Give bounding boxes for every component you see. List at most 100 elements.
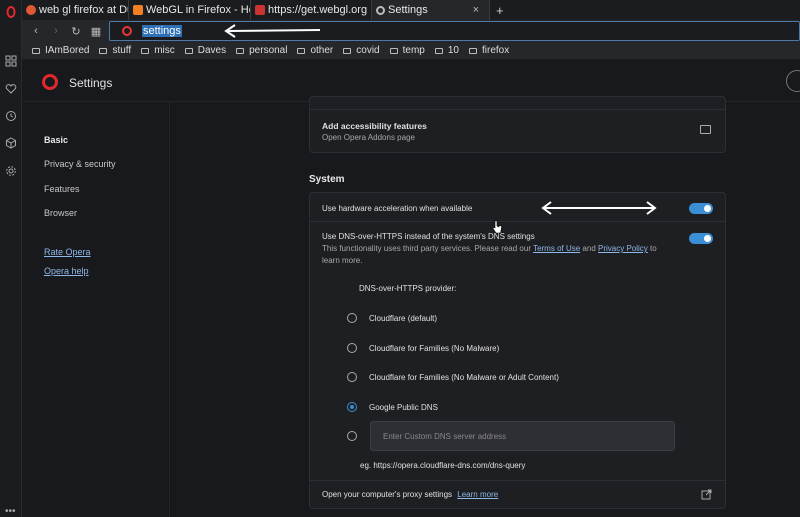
provider-heading: DNS-over-HTTPS provider: — [359, 284, 457, 293]
bookmark-folder[interactable]: Daves — [184, 45, 226, 56]
speed-dial-icon[interactable] — [4, 54, 18, 68]
folder-icon — [468, 47, 477, 54]
sidebar-rail: ••• — [0, 0, 22, 517]
folder-icon — [389, 47, 398, 54]
external-link-icon[interactable] — [700, 125, 711, 134]
sidebar-item-features[interactable]: Features — [44, 184, 80, 194]
tab-label: https://get.webgl.org — [268, 4, 368, 16]
bookmark-folder[interactable]: covid — [343, 45, 380, 56]
forward-button[interactable]: › — [46, 20, 66, 42]
bookmark-folder[interactable]: firefox — [468, 45, 509, 56]
bookmark-folder[interactable]: personal — [236, 45, 287, 56]
webgl-favicon-icon — [255, 5, 265, 15]
opera-help-link[interactable]: Opera help — [44, 266, 89, 276]
settings-sidebar: Basic Privacy & security Features Browse… — [22, 102, 170, 517]
folder-icon — [32, 47, 40, 54]
annotation-arrow-left — [224, 24, 321, 38]
history-clock-icon[interactable] — [4, 109, 18, 123]
address-bar[interactable]: settings — [109, 21, 800, 41]
more-dots-icon[interactable]: ••• — [5, 506, 16, 517]
system-card: Use hardware acceleration when available… — [309, 192, 726, 509]
opera-menu-icon[interactable] — [4, 5, 18, 19]
divider — [310, 109, 725, 110]
doh-toggle[interactable] — [689, 233, 713, 244]
folder-icon — [141, 47, 150, 54]
folder-icon — [434, 47, 443, 54]
page-title: Settings — [69, 76, 113, 90]
terms-of-use-link[interactable]: Terms of Use — [533, 244, 580, 253]
section-title-system: System — [309, 174, 345, 185]
hand-cursor-icon — [492, 220, 502, 234]
opera-logo-icon — [42, 74, 58, 90]
doh-label: Use DNS-over-HTTPS instead of the system… — [322, 232, 535, 241]
folder-icon — [343, 47, 352, 54]
privacy-policy-link[interactable]: Privacy Policy — [598, 244, 648, 253]
tab-webgl-firefox[interactable]: WebGL in Firefox - He — [129, 0, 251, 20]
new-tab-button[interactable]: + — [490, 0, 510, 20]
radio-google-dns[interactable] — [347, 402, 357, 412]
folder-icon — [297, 47, 306, 54]
bookmark-folder[interactable]: IAmBored — [32, 45, 89, 56]
tab-duckduckgo[interactable]: web gl firefox at Duck — [22, 0, 129, 20]
hw-accel-toggle[interactable] — [689, 203, 713, 214]
proxy-label: Open your computer's proxy settings — [322, 490, 453, 499]
browser-window: ••• web gl firefox at Duck WebGL in Fire… — [0, 0, 800, 517]
accessibility-subtitle: Open Opera Addons page — [322, 133, 415, 142]
folder-icon — [99, 47, 108, 54]
sidebar-item-privacy[interactable]: Privacy & security — [44, 159, 116, 169]
proxy-row[interactable]: Open your computer's proxy settings Lear… — [322, 490, 498, 499]
sidebar-item-basic[interactable]: Basic — [44, 135, 68, 145]
tab-grid-button[interactable]: ▦ — [86, 20, 106, 42]
dns-example: eg. https://opera.cloudflare-dns.com/dns… — [360, 461, 526, 470]
radio-cloudflare-families-adult[interactable] — [347, 372, 357, 382]
radio-label: Cloudflare for Families (No Malware or A… — [369, 373, 559, 382]
bookmark-folder[interactable]: temp — [389, 45, 425, 56]
doh-description-cont: learn more. — [322, 256, 363, 265]
radio-cloudflare-families[interactable] — [347, 343, 357, 353]
tab-strip: web gl firefox at Duck WebGL in Firefox … — [22, 0, 800, 20]
custom-dns-input[interactable]: Enter Custom DNS server address — [370, 421, 675, 451]
radio-label: Cloudflare (default) — [369, 314, 438, 323]
settings-gear-icon[interactable] — [4, 164, 18, 178]
tab-get-webgl[interactable]: https://get.webgl.org — [251, 0, 372, 20]
tab-label: web gl firefox at Duck — [39, 4, 128, 16]
stackoverflow-favicon-icon — [133, 5, 143, 15]
divider — [310, 480, 725, 481]
tab-label: WebGL in Firefox - He — [146, 4, 251, 16]
bookmarks-bar: IAmBored stuff misc Daves personal other… — [22, 42, 800, 60]
tab-close-icon[interactable]: × — [473, 4, 479, 16]
address-toolbar: ‹ › ↻ ▦ settings — [22, 20, 800, 42]
bookmark-folder[interactable]: misc — [141, 45, 175, 56]
doh-description: This functionality uses third party serv… — [322, 244, 657, 253]
radio-label: Cloudflare for Families (No Malware) — [369, 344, 500, 353]
learn-more-link[interactable]: Learn more — [457, 490, 498, 499]
settings-main: Add accessibility features Open Opera Ad… — [171, 96, 800, 517]
back-button[interactable]: ‹ — [26, 20, 46, 42]
extensions-cube-icon[interactable] — [4, 136, 18, 150]
rate-opera-link[interactable]: Rate Opera — [44, 247, 91, 257]
settings-favicon-icon — [376, 5, 385, 15]
radio-cloudflare[interactable] — [347, 313, 357, 323]
folder-icon — [184, 47, 193, 54]
bookmark-folder[interactable]: stuff — [99, 45, 131, 56]
bookmark-folder[interactable]: 10 — [434, 45, 459, 56]
folder-icon — [236, 47, 245, 54]
radio-label: Google Public DNS — [369, 403, 438, 412]
bookmark-folder[interactable]: other — [297, 45, 333, 56]
opera-page-icon — [122, 26, 132, 36]
tab-label: Settings — [388, 4, 428, 16]
bookmarks-heart-icon[interactable] — [4, 82, 18, 96]
accessibility-title: Add accessibility features — [322, 121, 427, 131]
address-text[interactable]: settings — [142, 25, 182, 37]
tab-settings[interactable]: Settings × — [372, 0, 490, 20]
hw-accel-label: Use hardware acceleration when available — [322, 204, 473, 213]
accessibility-card: Add accessibility features Open Opera Ad… — [309, 96, 726, 153]
duckduckgo-favicon-icon — [26, 5, 36, 15]
radio-custom-dns[interactable] — [347, 431, 357, 441]
annotation-double-arrow — [541, 201, 657, 215]
sidebar-item-browser[interactable]: Browser — [44, 208, 77, 218]
open-external-icon[interactable] — [701, 489, 712, 500]
settings-search-icon[interactable] — [786, 70, 800, 92]
divider — [310, 221, 725, 222]
reload-button[interactable]: ↻ — [66, 20, 86, 42]
